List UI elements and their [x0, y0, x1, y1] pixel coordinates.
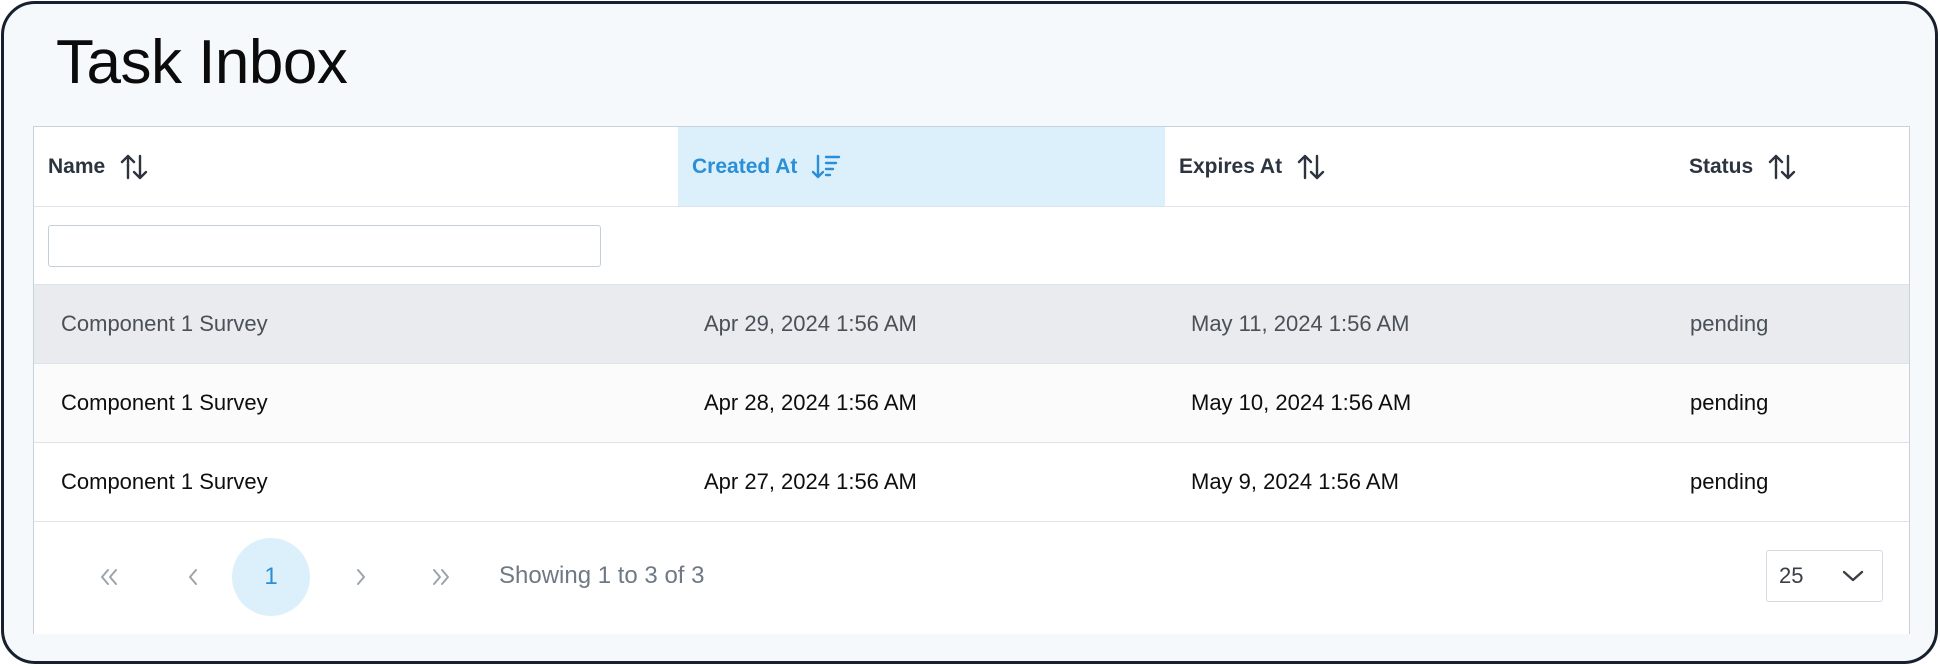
first-page-button[interactable]	[70, 538, 148, 616]
column-header-label: Name	[48, 154, 106, 178]
cell-expires-at: May 10, 2024 1:56 AM	[1191, 390, 1412, 415]
column-header-label: Created At	[692, 154, 798, 178]
page-size-select[interactable]: 25	[1766, 550, 1883, 602]
name-filter-input[interactable]	[48, 225, 601, 267]
table-filter-row	[34, 207, 1909, 285]
cell-name: Component 1 Survey	[61, 390, 268, 415]
sort-descending-icon[interactable]	[811, 152, 841, 182]
pagination-bar: 1 Showing 1 to 3 of 3 25	[34, 522, 1909, 634]
pagination-summary: Showing 1 to 3 of 3	[499, 562, 705, 589]
column-header-created-at[interactable]: Created At	[678, 127, 1165, 206]
cell-name: Component 1 Survey	[61, 311, 268, 336]
next-page-button[interactable]	[322, 538, 400, 616]
page-size-value: 25	[1779, 563, 1804, 588]
chevrons-right-icon	[433, 569, 449, 585]
last-page-button[interactable]	[402, 538, 480, 616]
table-row[interactable]: Component 1 Survey Apr 27, 2024 1:56 AM …	[34, 443, 1909, 522]
cell-status: pending	[1690, 311, 1769, 336]
cell-status: pending	[1690, 390, 1769, 415]
cell-created-at: Apr 27, 2024 1:56 AM	[704, 469, 917, 494]
task-table: Name Created At Expires At Status Compon…	[33, 126, 1910, 634]
column-header-status[interactable]: Status	[1675, 127, 1909, 206]
sort-both-icon[interactable]	[1767, 152, 1797, 182]
sort-both-icon[interactable]	[1296, 152, 1326, 182]
cell-created-at: Apr 28, 2024 1:56 AM	[704, 390, 917, 415]
chevron-down-icon	[1842, 570, 1864, 582]
chevron-left-icon	[189, 569, 197, 585]
sort-both-icon[interactable]	[119, 152, 149, 182]
column-header-label: Status	[1689, 154, 1754, 178]
table-row[interactable]: Component 1 Survey Apr 28, 2024 1:56 AM …	[34, 364, 1909, 443]
page-1-button[interactable]: 1	[232, 538, 310, 616]
table-header-row: Name Created At Expires At Status	[34, 127, 1909, 207]
column-header-expires-at[interactable]: Expires At	[1165, 127, 1675, 206]
chevron-right-icon	[357, 569, 365, 585]
column-header-name[interactable]: Name	[34, 127, 678, 206]
task-inbox-panel: Task Inbox Name Created At Expires At St…	[1, 1, 1938, 664]
cell-name: Component 1 Survey	[61, 469, 268, 494]
cell-created-at: Apr 29, 2024 1:56 AM	[704, 311, 917, 336]
column-header-label: Expires At	[1179, 154, 1283, 178]
previous-page-button[interactable]	[154, 538, 232, 616]
cell-expires-at: May 11, 2024 1:56 AM	[1191, 311, 1410, 336]
page-title: Task Inbox	[56, 28, 348, 97]
cell-status: pending	[1690, 469, 1769, 494]
cell-expires-at: May 9, 2024 1:56 AM	[1191, 469, 1399, 494]
chevrons-left-icon	[101, 569, 117, 585]
table-row[interactable]: Component 1 Survey Apr 29, 2024 1:56 AM …	[34, 285, 1909, 364]
